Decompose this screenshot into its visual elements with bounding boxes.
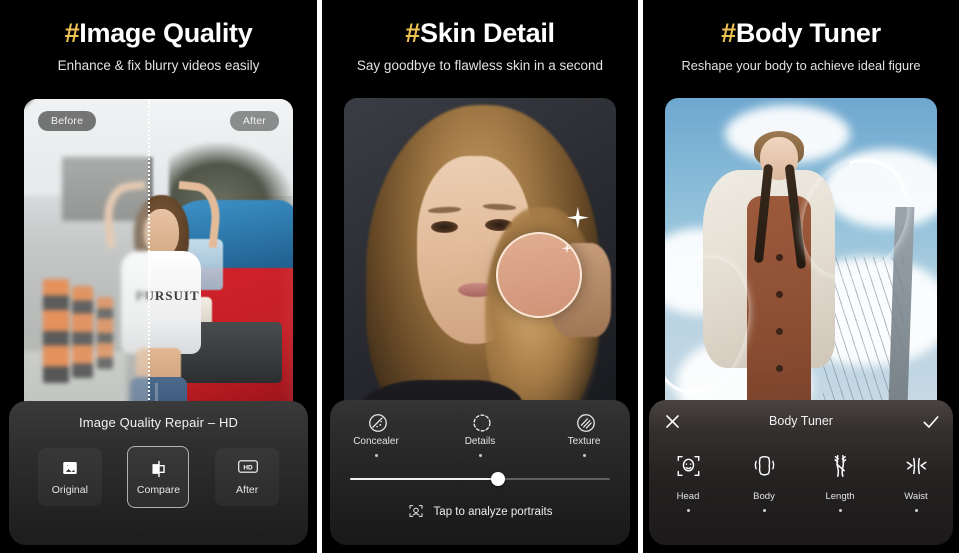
body-tool-body[interactable]: Body [739,453,789,512]
compare-button[interactable]: Compare [127,446,190,508]
panel-body-tuner: #Body Tuner Reshape your body to achieve… [643,0,959,553]
close-icon[interactable] [663,412,681,430]
dress-button [776,254,784,262]
details-label: Details [464,436,496,447]
body-tool-label: Body [753,491,775,502]
sheet-title: Image Quality Repair – HD [78,415,239,430]
panel-image-quality: #Image Quality Enhance & fix blurry vide… [0,0,317,553]
compare-button-label: Compare [136,483,181,496]
tool-indicator-dot [582,454,586,457]
tool-indicator-dot [686,508,690,512]
after-label: After [229,111,279,131]
skin-zoom-loupe [496,231,583,318]
check-icon[interactable] [921,412,939,430]
body-tool-label: Waist [904,491,928,502]
original-button-label: Original [51,483,88,496]
texture-icon [575,412,595,432]
page-title: #Image Quality [0,18,317,49]
hd-icon: HD [238,459,258,477]
dashed-circle-icon [471,412,491,432]
page-subtitle: Reshape your body to achieve ideal figur… [681,58,921,74]
concealer-tool[interactable]: Concealer [345,412,407,457]
dress-button [776,365,784,373]
title-text: Body Tuner [735,18,881,48]
texture-tool[interactable]: Texture [553,412,615,457]
panel-3-heading: #Body Tuner Reshape your body to achieve… [643,0,959,73]
analyze-portraits-button[interactable]: Tap to analyze portraits [330,503,630,521]
body-tool-length[interactable]: Length [815,453,865,512]
page-subtitle: Enhance & fix blurry videos easily [57,58,260,74]
slider-fill [350,478,499,480]
skin-tool-row: Concealer Details Texture [330,412,630,457]
tool-indicator-dot [762,508,766,512]
svg-text:HD: HD [244,464,254,471]
sheet-title: Body Tuner [769,414,833,428]
body-tool-label: Head [676,491,700,502]
page-title: #Skin Detail [322,18,638,49]
quality-button-row: Original Compare HD After [9,446,308,508]
concealer-icon [367,412,387,432]
title-text: Skin Detail [419,18,555,48]
body-tool-waist[interactable]: Waist [891,453,941,512]
legs-icon [827,453,854,484]
eye-left [431,221,459,233]
dress-button [776,328,784,336]
tool-indicator-dot [838,508,842,512]
page-subtitle: Say goodbye to flawless skin in a second [356,58,604,74]
dress-button [776,291,784,299]
texture-label: Texture [567,436,601,447]
body-tuner-header: Body Tuner [649,400,953,430]
body-tool-row: Head Body Length Waist [649,453,953,515]
tool-indicator-dot [374,454,378,457]
torso-icon [751,453,778,484]
screenshot-stage: #Image Quality Enhance & fix blurry vide… [0,0,959,553]
title-text: Image Quality [79,18,253,48]
body-tool-label: Length [825,491,855,502]
waist-icon [903,453,930,484]
face-scan-icon [408,503,426,521]
compare-split-icon [149,459,167,477]
details-tool[interactable]: Details [449,412,511,457]
tool-indicator-dot [914,508,918,512]
hash-symbol: # [405,18,420,48]
after-button[interactable]: HD After [215,448,280,506]
tool-indicator-dot [478,454,482,457]
bottom-sheet-2: Concealer Details Texture Tap to analyze… [330,400,630,545]
page-title: #Body Tuner [643,18,959,49]
after-button-label: After [236,483,259,496]
bottom-sheet-3: Body Tuner Head Body Length Waist [649,400,953,545]
before-label: Before [38,111,97,131]
analyze-label: Tap to analyze portraits [433,506,553,518]
body-tool-head[interactable]: Head [663,453,713,512]
head-frame-icon [675,453,702,484]
concealer-label: Concealer [353,436,399,447]
panel-skin-detail: #Skin Detail Say goodbye to flawless ski… [322,0,638,553]
image-icon [61,459,79,477]
hash-symbol: # [721,18,736,48]
original-button[interactable]: Original [37,448,102,506]
panel-1-heading: #Image Quality Enhance & fix blurry vide… [0,0,317,73]
intensity-slider[interactable] [350,471,610,487]
panel-2-heading: #Skin Detail Say goodbye to flawless ski… [322,0,638,73]
slider-thumb[interactable] [491,472,506,486]
hash-symbol: # [64,18,80,48]
bottom-sheet-1: Image Quality Repair – HD Original Compa… [9,401,308,545]
